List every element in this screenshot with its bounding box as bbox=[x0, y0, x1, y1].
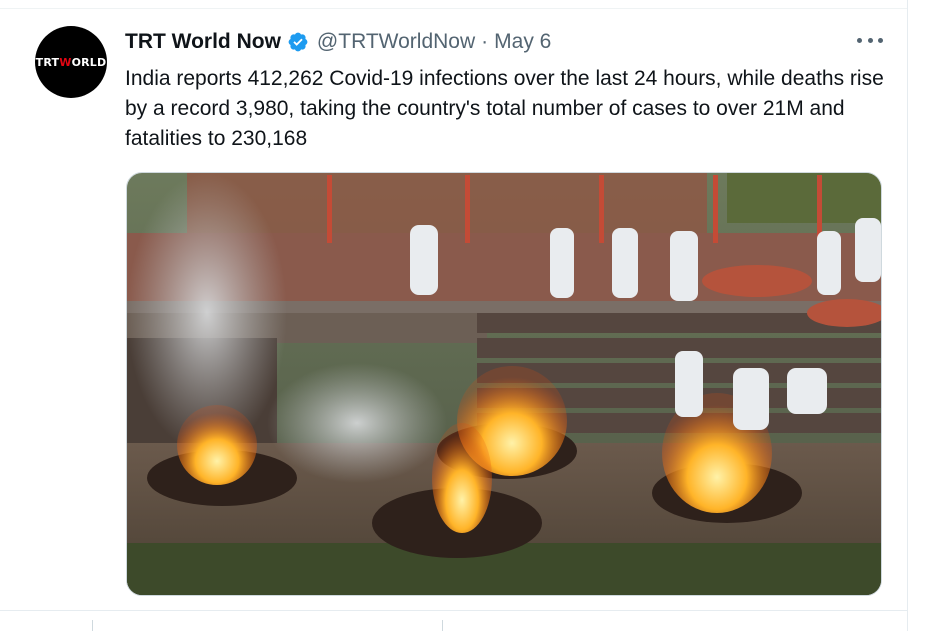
more-dot bbox=[878, 37, 883, 43]
action-bar-separator bbox=[92, 620, 93, 631]
tweet-header: TRT World Now @TRTWorldNow · May 6 bbox=[125, 28, 551, 56]
top-divider bbox=[0, 8, 907, 9]
more-options-icon[interactable] bbox=[857, 30, 883, 50]
cremation-photo bbox=[127, 173, 881, 595]
more-dot bbox=[867, 37, 873, 43]
more-dot bbox=[857, 37, 862, 43]
separator-dot: · bbox=[481, 30, 489, 53]
tweet-photo[interactable] bbox=[126, 172, 882, 596]
action-bar-separator bbox=[442, 620, 443, 631]
avatar[interactable]: TRTWORLD bbox=[35, 26, 107, 98]
tweet-text: India reports 412,262 Covid-19 infection… bbox=[125, 67, 884, 150]
column-divider bbox=[907, 0, 908, 631]
author-name[interactable]: TRT World Now bbox=[125, 30, 281, 54]
verified-badge-icon bbox=[287, 31, 309, 53]
avatar-logo: TRTWORLD bbox=[35, 55, 107, 69]
tweet-date[interactable]: May 6 bbox=[494, 30, 551, 54]
tweet-divider bbox=[0, 610, 907, 611]
author-handle[interactable]: @TRTWorldNow bbox=[317, 30, 475, 54]
